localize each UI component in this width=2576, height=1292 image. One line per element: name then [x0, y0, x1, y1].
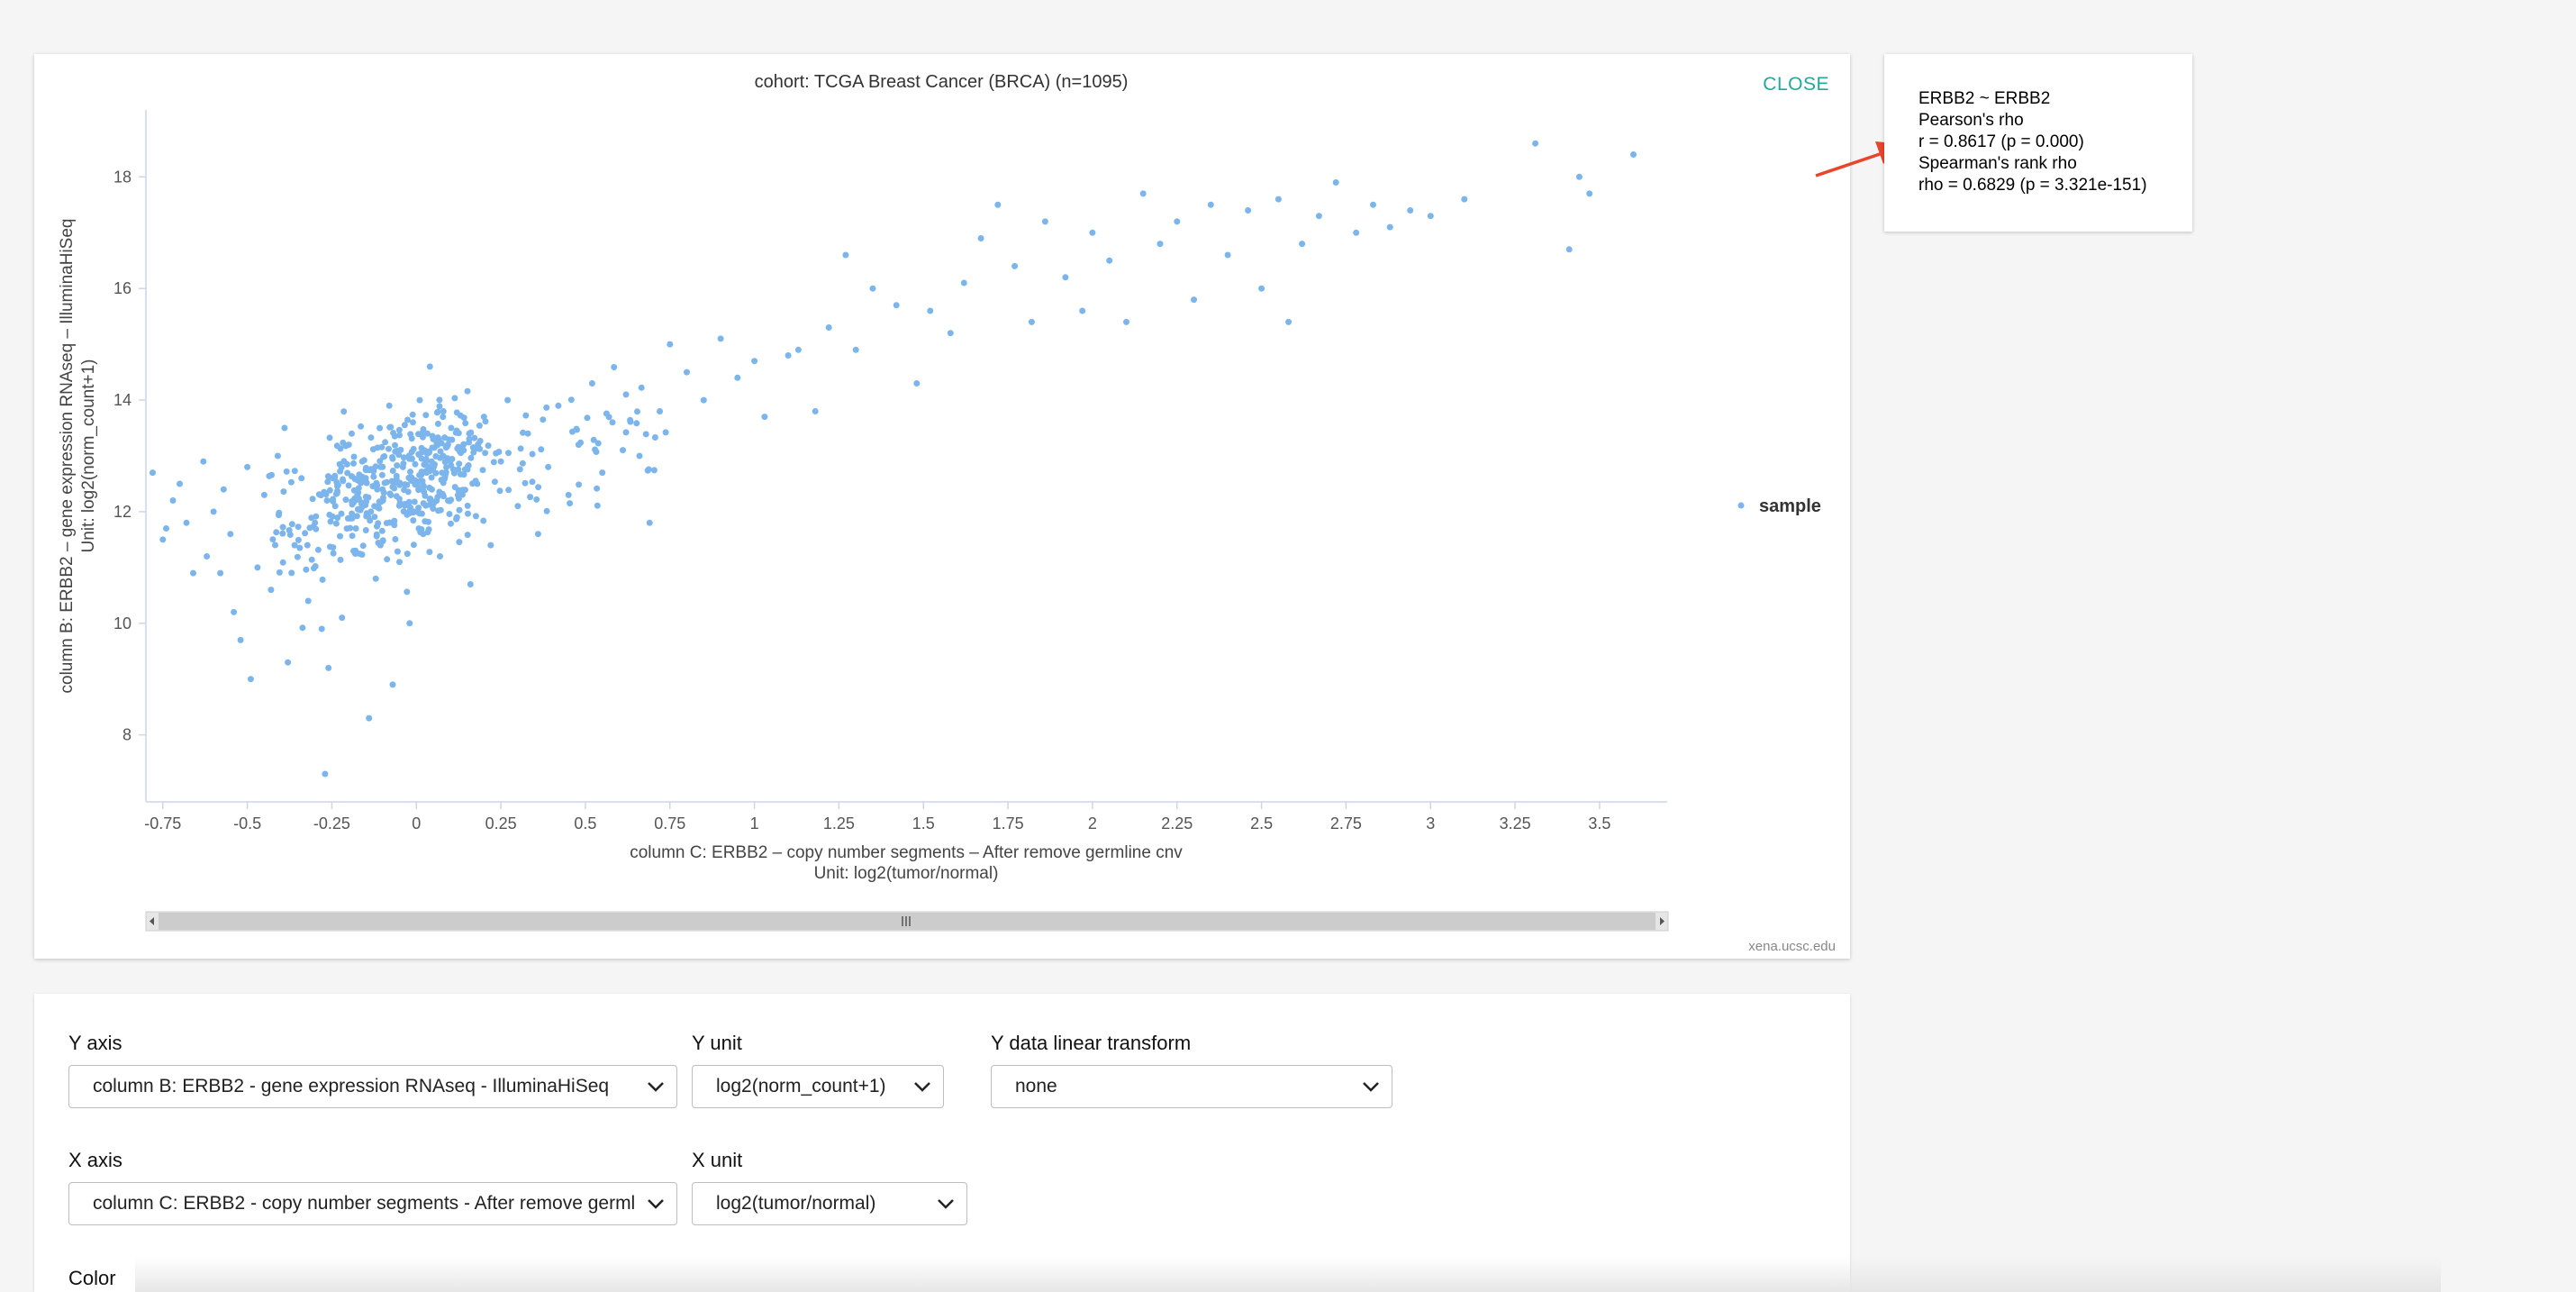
y-axis-select-value: column B: ERBB2 - gene expression RNAseq…: [93, 1076, 610, 1096]
y-transform-select-value: none: [1015, 1076, 1057, 1096]
x-axis-select[interactable]: column C: ERBB2 - copy number segments -…: [68, 1182, 677, 1225]
pearson-heading: Pearson's rho: [1918, 111, 2024, 130]
chevron-down-icon: [1363, 1082, 1379, 1092]
annotation-arrow-line: [1815, 151, 1883, 177]
y-axis-label: Y axis: [68, 1032, 122, 1054]
chevron-down-icon: [648, 1199, 664, 1209]
axis-controls-panel: Y axis column B: ERBB2 - gene expression…: [34, 994, 1850, 1292]
chevron-down-icon: [938, 1199, 954, 1209]
y-unit-select-value: log2(norm_count+1): [716, 1076, 886, 1096]
y-transform-select[interactable]: none: [991, 1065, 1392, 1108]
correlation-stats: ERBB2 ~ ERBB2 Pearson's rho r = 0.8617 (…: [1918, 88, 2147, 196]
x-unit-select-value: log2(tumor/normal): [716, 1193, 876, 1214]
x-unit-label: X unit: [692, 1149, 743, 1171]
y-unit-label: Y unit: [692, 1032, 742, 1054]
correlation-stats-card: ERBB2 ~ ERBB2 Pearson's rho r = 0.8617 (…: [1884, 54, 2192, 232]
color-label: Color: [68, 1267, 116, 1289]
x-unit-select[interactable]: log2(tumor/normal): [692, 1182, 967, 1225]
y-transform-label: Y data linear transform: [991, 1032, 1192, 1054]
y-unit-select[interactable]: log2(norm_count+1): [692, 1065, 944, 1108]
x-axis-select-value: column C: ERBB2 - copy number segments -…: [93, 1193, 635, 1214]
pearson-value: r = 0.8617 (p = 0.000): [1918, 132, 2084, 151]
chevron-down-icon: [914, 1082, 930, 1092]
spearman-heading: Spearman's rank rho: [1918, 154, 2077, 173]
y-axis-select[interactable]: column B: ERBB2 - gene expression RNAseq…: [68, 1065, 677, 1108]
x-axis-label: X axis: [68, 1149, 122, 1171]
bottom-fade: [135, 1257, 2441, 1292]
stats-variables: ERBB2 ~ ERBB2: [1918, 89, 2051, 108]
spearman-value: rho = 0.6829 (p = 3.321e-151): [1918, 176, 2147, 195]
chevron-down-icon: [648, 1082, 664, 1092]
